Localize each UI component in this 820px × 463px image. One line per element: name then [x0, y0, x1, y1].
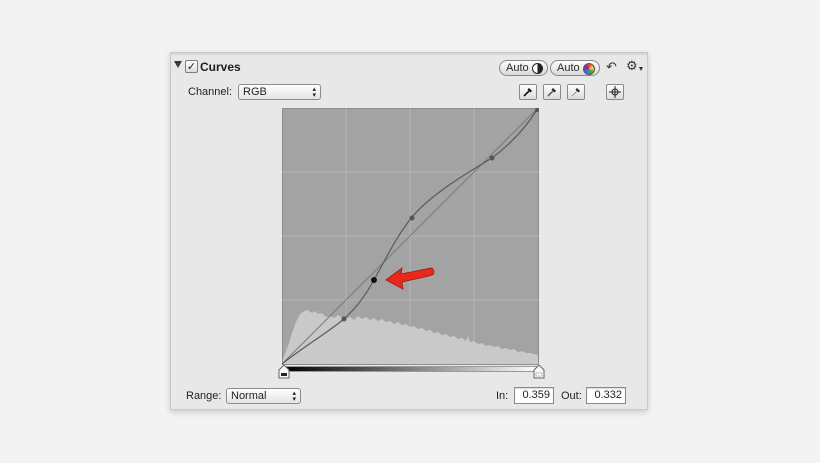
gray-point-eyedropper-icon — [547, 88, 556, 97]
input-gradient-bar — [283, 366, 539, 372]
range-select[interactable]: Normal ▴ ▾ — [226, 388, 301, 404]
gear-icon[interactable]: ⚙ — [626, 59, 638, 74]
in-label: In: — [496, 390, 509, 402]
panel-divider — [171, 53, 647, 55]
range-label: Range: — [186, 390, 222, 402]
luminance-half-circle-icon — [531, 63, 543, 74]
panel-header: ✓ Curves Auto Auto ↶ ⚙ — [171, 59, 647, 77]
channel-select[interactable]: RGB ▴ ▾ — [238, 84, 321, 100]
curve-endpoint[interactable] — [535, 108, 539, 112]
auto-luminance-button[interactable]: Auto — [499, 60, 548, 76]
range-select-value: Normal — [231, 390, 267, 402]
white-point-eyedropper-icon — [571, 88, 580, 97]
black-point-eyedropper-button[interactable] — [519, 84, 537, 100]
black-point-slider-handle[interactable] — [278, 365, 290, 379]
black-point-eyedropper-icon — [523, 88, 532, 97]
curve-control-point-selected[interactable] — [371, 277, 377, 283]
crosshair-add-point-icon — [609, 86, 621, 98]
white-point-eyedropper-button[interactable] — [567, 84, 585, 100]
out-label: Out: — [561, 390, 582, 402]
auto-luminance-label: Auto — [506, 62, 529, 74]
curves-enable-checkbox[interactable]: ✓ — [185, 60, 198, 73]
gray-point-eyedropper-button[interactable] — [543, 84, 561, 100]
range-select-arrows-icon: ▴ ▾ — [292, 389, 296, 403]
undo-icon[interactable]: ↶ — [606, 60, 617, 75]
curve-graph[interactable] — [282, 108, 539, 365]
out-value-field[interactable]: 0.332 — [586, 387, 626, 404]
auto-color-button[interactable]: Auto — [550, 60, 600, 76]
auto-color-label: Auto — [557, 62, 580, 74]
in-value-field[interactable]: 0.359 — [514, 387, 554, 404]
channel-label: Channel: — [188, 86, 233, 98]
channel-select-value: RGB — [243, 86, 267, 98]
curve-control-point[interactable] — [489, 155, 495, 161]
white-point-slider-handle[interactable] — [533, 365, 545, 379]
panel-title: Curves — [200, 60, 241, 74]
gear-menu-caret-icon — [639, 67, 643, 71]
channel-select-arrows-icon: ▴ ▾ — [312, 85, 316, 99]
color-wheel-icon — [582, 63, 595, 75]
curves-panel: ✓ Curves Auto Auto ↶ ⚙ Channel: RGB ▴▾ — [170, 52, 648, 410]
curve-control-point[interactable] — [409, 215, 415, 221]
disclosure-triangle-icon[interactable] — [174, 61, 182, 68]
curve-control-point[interactable] — [341, 316, 347, 322]
add-point-crosshair-button[interactable] — [606, 84, 624, 100]
